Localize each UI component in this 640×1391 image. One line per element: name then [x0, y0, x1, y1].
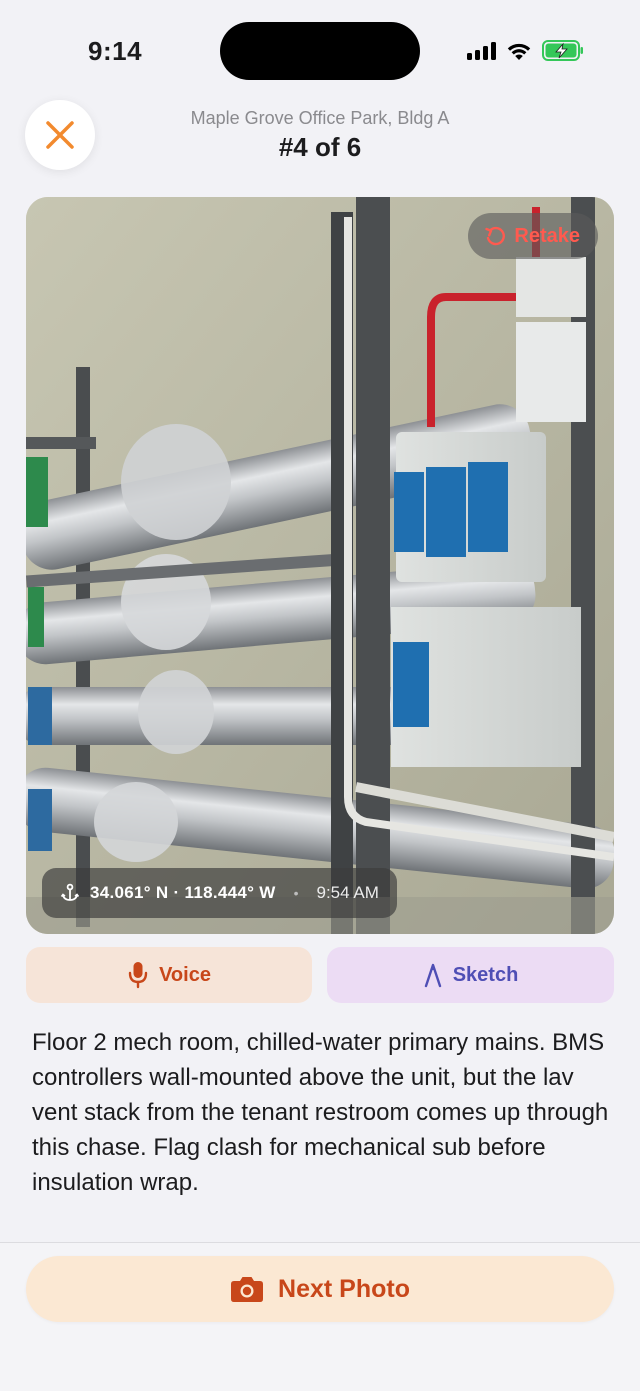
voice-label: Voice [159, 963, 211, 986]
site-photo[interactable]: Retake 34.061° N · 118.444° W • 9:54 AM [26, 197, 614, 934]
signal-icon [467, 41, 496, 60]
retake-button[interactable]: Retake [468, 213, 598, 259]
anchor-location-icon [60, 883, 80, 901]
battery-charging-icon [542, 40, 583, 61]
close-button[interactable] [25, 100, 95, 170]
photo-counter: #4 of 6 [278, 132, 362, 162]
gps-coordinates: 34.061° N · 118.444° W [90, 883, 276, 902]
retake-label: Retake [514, 224, 580, 247]
voice-button[interactable]: Voice [26, 947, 312, 1003]
status-icons [467, 40, 584, 61]
wifi-icon [507, 43, 531, 60]
project-name: Maple Grove Office Park, Bldg A [190, 108, 450, 128]
bottom-divider [0, 1242, 640, 1243]
retake-icon [485, 226, 506, 246]
capture-time: 9:54 AM [316, 883, 379, 902]
sketch-button[interactable]: Sketch [327, 947, 614, 1003]
location-badge: 34.061° N · 118.444° W • 9:54 AM [42, 868, 397, 918]
pencil-tip-icon [424, 963, 441, 988]
mechanical-room-image [26, 197, 614, 934]
separator-dot: • [293, 885, 299, 901]
next-photo-button[interactable]: Next Photo [26, 1256, 614, 1322]
microphone-icon [128, 962, 148, 989]
status-bar: 9:14 [0, 0, 640, 100]
status-time: 9:14 [88, 36, 143, 66]
camera-icon [231, 1277, 264, 1302]
dynamic-island [220, 22, 420, 80]
header: Maple Grove Office Park, Bldg A #4 of 6 [0, 100, 640, 184]
next-photo-label: Next Photo [278, 1274, 410, 1303]
close-icon [46, 121, 74, 149]
sketch-label: Sketch [452, 963, 519, 986]
photo-note[interactable]: Floor 2 mech room, chilled-water primary… [32, 1025, 612, 1200]
